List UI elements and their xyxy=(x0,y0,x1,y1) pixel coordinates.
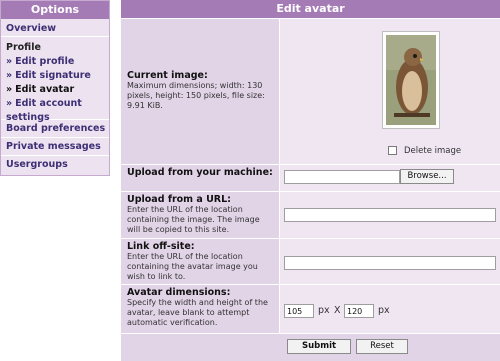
nav-edit-avatar[interactable]: » Edit avatar xyxy=(1,83,109,97)
current-image-label: Current image: xyxy=(127,70,208,81)
avatar-height-input[interactable] xyxy=(344,304,374,318)
link-offsite-input[interactable] xyxy=(284,256,496,270)
height-px-label: px xyxy=(378,305,390,316)
nav-edit-signature-label: Edit signature xyxy=(15,70,91,81)
form-title: Edit avatar xyxy=(121,0,500,18)
bullet-icon: » xyxy=(6,98,13,109)
nav-board-preferences[interactable]: Board preferences xyxy=(1,122,109,136)
link-offsite-desc: Enter the URL of the location containing… xyxy=(127,252,258,281)
upload-url-input[interactable] xyxy=(284,208,496,222)
bullet-icon: » xyxy=(6,70,13,81)
current-image-row: Current image: Maximum dimensions; width… xyxy=(121,18,500,164)
avatar-dimensions-row: Avatar dimensions: Specify the width and… xyxy=(121,284,500,333)
avatar-dimensions-label: Avatar dimensions: xyxy=(127,287,231,298)
nav-edit-profile-label: Edit profile xyxy=(15,56,75,67)
options-panel: Options Overview Profile » Edit profile »… xyxy=(0,0,110,176)
link-offsite-row: Link off-site: Enter the URL of the loca… xyxy=(121,238,500,284)
nav-overview[interactable]: Overview xyxy=(1,22,109,36)
avatar-frame xyxy=(382,31,440,129)
upload-url-label: Upload from a URL: xyxy=(127,194,231,205)
nav-profile-heading: Profile xyxy=(6,42,41,53)
upload-file-input[interactable] xyxy=(284,170,400,184)
nav-usergroups[interactable]: Usergroups xyxy=(1,158,109,172)
nav-edit-signature[interactable]: » Edit signature xyxy=(1,69,109,83)
delete-image-label: Delete image xyxy=(404,146,462,156)
form-actions-row: Submit Reset xyxy=(121,333,500,361)
nav-private-messages[interactable]: Private messages xyxy=(1,140,109,154)
browse-button[interactable]: Browse... xyxy=(400,169,454,184)
options-title: Options xyxy=(1,1,109,19)
current-image-desc: Maximum dimensions; width: 130 pixels, h… xyxy=(127,81,265,110)
link-offsite-label: Link off-site: xyxy=(127,241,195,252)
upload-machine-row: Upload from your machine: Browse... xyxy=(121,164,500,191)
profile-nav-section: Profile » Edit profile » Edit signature » E… xyxy=(1,37,109,123)
edit-avatar-panel: Edit avatar Current image: Maximum dimen… xyxy=(121,0,500,361)
upload-machine-label: Upload from your machine: xyxy=(127,167,273,178)
bullet-icon: » xyxy=(6,84,13,95)
nav-edit-profile[interactable]: » Edit profile xyxy=(1,55,109,69)
upload-url-desc: Enter the URL of the location containing… xyxy=(127,205,260,234)
avatar-image xyxy=(386,35,436,125)
dimension-x-label: X xyxy=(334,305,341,316)
avatar-dimensions-desc: Specify the width and height of the avat… xyxy=(127,298,268,327)
submit-button[interactable]: Submit xyxy=(287,339,351,354)
reset-button[interactable]: Reset xyxy=(356,339,408,354)
avatar-width-input[interactable] xyxy=(284,304,314,318)
width-px-label: px xyxy=(318,305,330,316)
upload-url-row: Upload from a URL: Enter the URL of the … xyxy=(121,191,500,238)
bullet-icon: » xyxy=(6,56,13,67)
delete-image-checkbox[interactable] xyxy=(388,146,397,155)
nav-edit-avatar-label: Edit avatar xyxy=(15,84,75,95)
